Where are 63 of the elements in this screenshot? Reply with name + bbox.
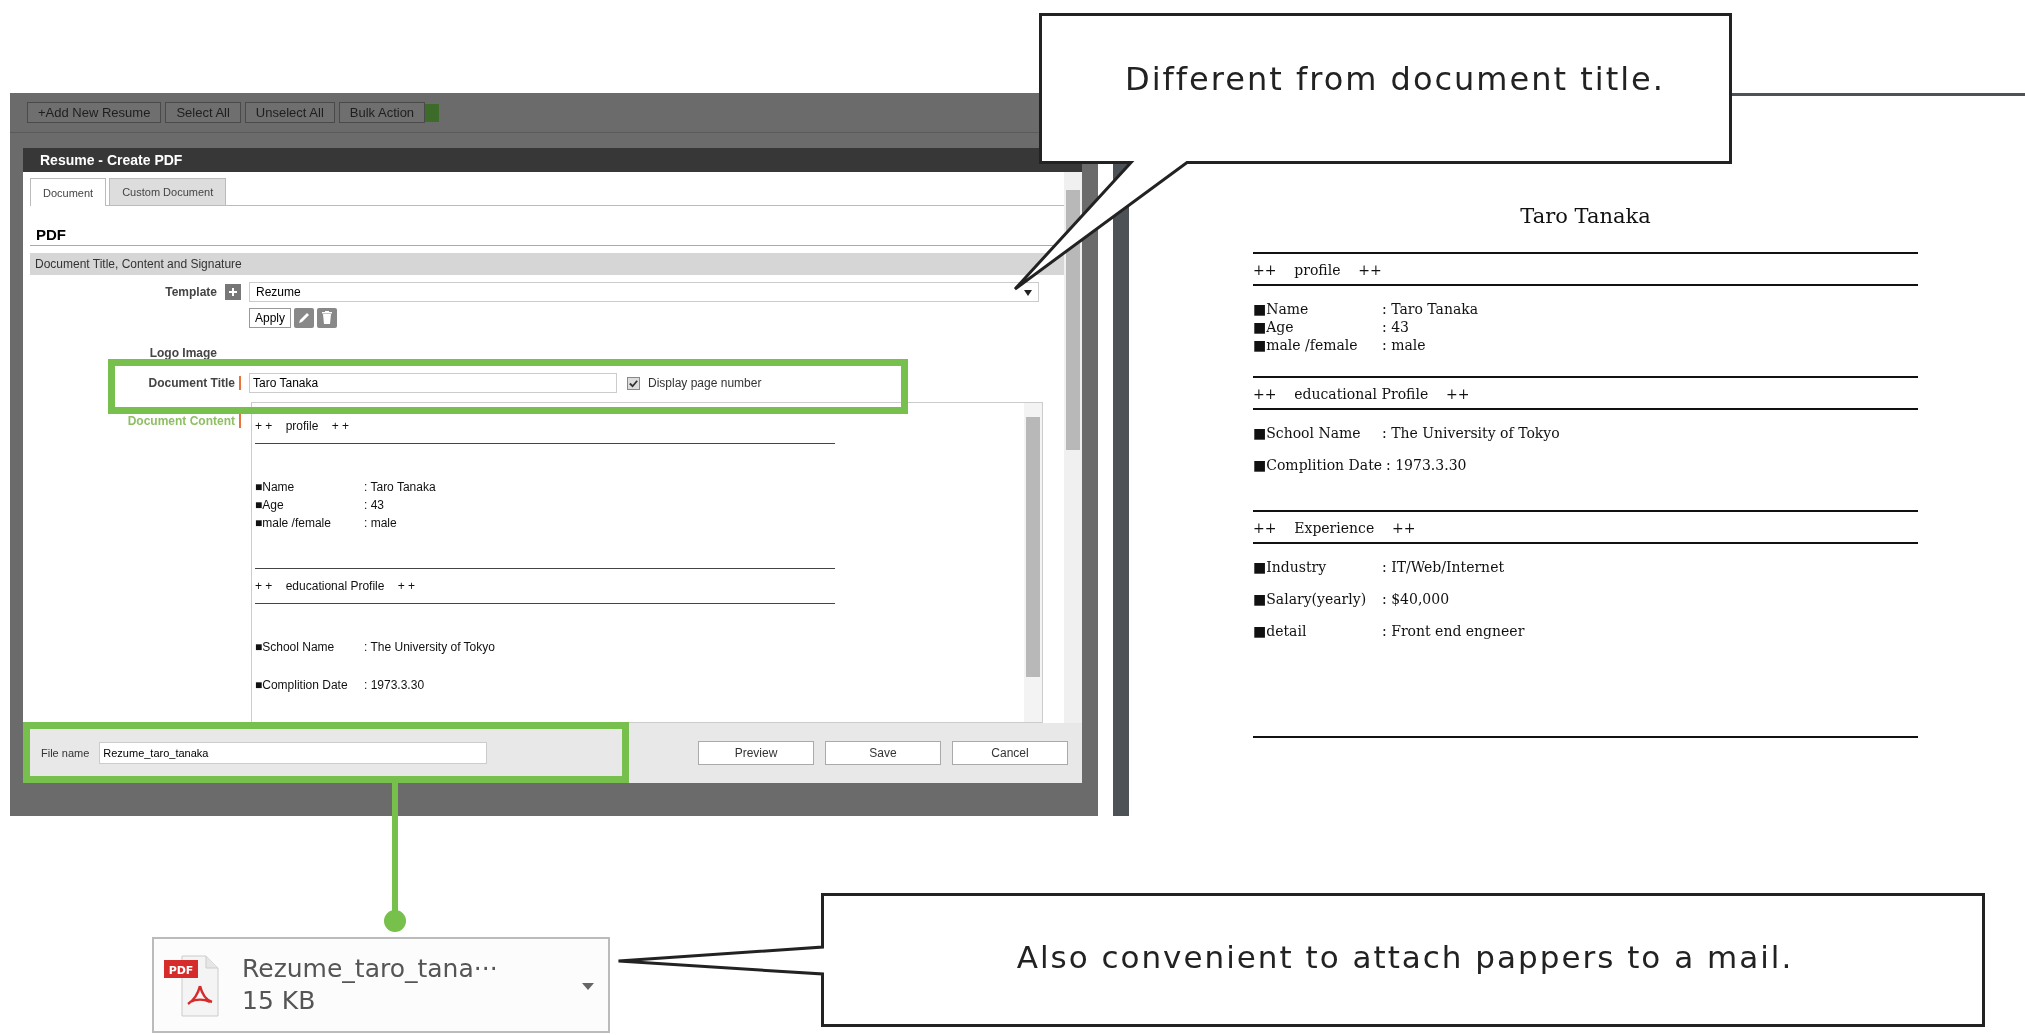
document-text: : 1973.3.30: [1386, 456, 1467, 474]
file-type-label: PDF: [168, 964, 194, 977]
document-text: ■male /female: [1253, 336, 1359, 354]
field-label: File name: [41, 747, 90, 759]
editor-heading: + + profile + +: [255, 418, 351, 435]
document-text: ■Age: [1253, 318, 1295, 336]
document-text: : IT/Web/Internet: [1382, 558, 1505, 576]
document-text: ■detail: [1253, 622, 1308, 640]
pdf-file-icon: [164, 955, 219, 1017]
section-heading: ++ Experience ++: [1253, 519, 1417, 538]
editor-text: ■Name: [255, 479, 296, 496]
document-text: : 43: [1382, 318, 1409, 336]
editor-text: : 43: [364, 497, 384, 514]
dialog-button[interactable]: Save: [825, 741, 941, 765]
checkbox-label: Display page number: [648, 376, 762, 390]
tab[interactable]: Custom Document: [109, 178, 227, 205]
document-text: : male: [1382, 336, 1426, 354]
editor-text: ■School Name: [255, 639, 336, 656]
document-text: ■Industry: [1253, 558, 1328, 576]
document-text: : $40,000: [1382, 590, 1450, 608]
dialog-button[interactable]: Cancel: [952, 741, 1068, 765]
template-select[interactable]: Rezume: [249, 282, 1039, 302]
section-heading: ++ educational Profile ++: [1253, 385, 1471, 404]
document-text: ■Salary(yearly): [1253, 590, 1368, 608]
file-size: 15 KB: [242, 985, 317, 1017]
field-label: Logo Image: [148, 346, 217, 360]
title-input[interactable]: Taro Tanaka: [249, 373, 617, 393]
file-name: Rezume_taro_tana···: [242, 953, 498, 985]
field-label: Template: [164, 285, 217, 299]
editor-text: ■Age: [255, 497, 285, 514]
document-text: ■School Name: [1253, 424, 1362, 442]
editor-text: : 1973.3.30: [364, 677, 425, 694]
file-name-input[interactable]: Rezume_taro_tanaka: [99, 742, 488, 764]
callout-text: Different from document title.: [1124, 60, 1666, 98]
field-label: Document Content: [30, 414, 241, 428]
section-bar: Document Title, Content and Signature: [30, 253, 1064, 275]
scrollbar[interactable]: [1024, 403, 1042, 722]
tab[interactable]: Document: [30, 178, 107, 206]
document-text: ■Complition Date: [1253, 456, 1384, 474]
field-label: Document Title: [30, 376, 241, 390]
download-item[interactable]: PDF Rezume_taro_tana··· 15 KB: [152, 937, 610, 1033]
checkbox[interactable]: [627, 376, 640, 390]
callout-text: Also convenient to attach pappers to a mail.: [1015, 939, 1795, 975]
editor-heading: + + educational Profile + +: [255, 578, 417, 595]
document-title: Taro Tanaka: [1519, 204, 1652, 228]
dialog-title: Resume - Create PDF: [23, 148, 1082, 172]
add-icon[interactable]: [225, 284, 241, 300]
editor-text: : The University of Tokyo: [364, 639, 495, 656]
editor-text: : male: [364, 515, 397, 532]
document-text: : The University of Tokyo: [1382, 424, 1560, 442]
section-heading: ++ profile ++: [1253, 261, 1383, 280]
scrollbar[interactable]: [1064, 172, 1082, 723]
checkmark-icon: [628, 377, 639, 389]
apply-button[interactable]: Apply: [249, 308, 292, 328]
dialog-button[interactable]: Preview: [698, 741, 814, 765]
document-text: : Taro Tanaka: [1382, 300, 1479, 318]
editor-text: ■Complition Date: [255, 677, 349, 694]
editor-text: ■male /female: [255, 515, 332, 532]
document-text: : Front end engneer: [1382, 622, 1525, 640]
document-text: ■Name: [1253, 300, 1310, 318]
editor-text: : Taro Tanaka: [364, 479, 436, 496]
trash-icon[interactable]: [317, 308, 338, 328]
pencil-icon[interactable]: [294, 308, 315, 328]
